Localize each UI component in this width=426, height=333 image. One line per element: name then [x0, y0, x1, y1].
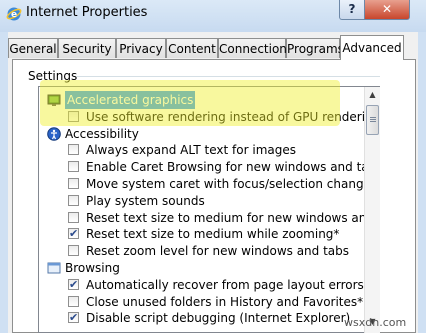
watermark: wsxdn.com: [344, 316, 407, 329]
tab-programs[interactable]: Programs: [286, 38, 344, 58]
setting-option-row[interactable]: Reset zoom level for new windows and tab…: [39, 242, 369, 260]
checkbox[interactable]: [68, 144, 79, 156]
help-button[interactable]: ?: [339, 0, 365, 20]
svg-text:e: e: [11, 10, 17, 20]
close-button[interactable]: ✕: [364, 0, 410, 20]
tab-general[interactable]: General: [8, 38, 58, 58]
setting-option-row[interactable]: Always expand ALT text for images: [39, 141, 369, 159]
category-browsing[interactable]: Browsing: [39, 259, 369, 277]
setting-option-label: Close unused folders in History and Favo…: [86, 294, 364, 309]
scroll-up-arrow-icon[interactable]: ▲: [365, 87, 380, 102]
setting-option-label: Reset text size to medium while zooming*: [86, 227, 340, 242]
internet-explorer-icon: e: [6, 7, 22, 21]
window-title: Internet Properties: [26, 5, 148, 20]
page-icon: [47, 261, 61, 275]
setting-option-label: Move system caret with focus/selection c…: [86, 177, 378, 191]
tab-advanced[interactable]: Advanced: [340, 35, 404, 60]
tab-security[interactable]: Security: [58, 38, 116, 58]
scroll-thumb[interactable]: [366, 105, 379, 135]
checkbox-checked[interactable]: [68, 225, 79, 243]
setting-option-label: Reset text size to medium for new window…: [86, 210, 380, 225]
setting-option-label: Play system sounds: [86, 193, 205, 208]
category-label: Accessibility: [65, 126, 139, 141]
checkbox-checked[interactable]: [68, 276, 79, 294]
setting-option-label: Always expand ALT text for images: [86, 143, 296, 158]
checkbox[interactable]: [68, 194, 79, 206]
setting-option-label: Automatically recover from page layout e…: [86, 277, 379, 292]
setting-option-row[interactable]: Reset text size to medium for new window…: [39, 209, 379, 227]
tab-privacy[interactable]: Privacy: [116, 38, 166, 58]
setting-option-label: Reset zoom level for new windows and tab…: [86, 244, 350, 259]
checkbox-checked[interactable]: [68, 309, 79, 327]
category-label: Browsing: [65, 261, 120, 275]
internet-properties-window: e Internet Properties ? ✕ General Securi…: [0, 0, 426, 333]
checkbox[interactable]: [68, 245, 79, 257]
tab-content[interactable]: Content: [166, 38, 218, 58]
setting-option-row[interactable]: Reset text size to medium while zooming*: [39, 225, 369, 243]
checkbox[interactable]: [68, 161, 79, 173]
setting-option-label: Enable Caret Browsing for new windows an…: [86, 160, 380, 175]
yellow-highlight-annotation: [40, 80, 340, 126]
checkbox[interactable]: [68, 295, 79, 307]
title-bar[interactable]: e Internet Properties ? ✕: [0, 0, 426, 32]
checkbox[interactable]: [68, 178, 79, 189]
setting-option-row[interactable]: Move system caret with focus/selection c…: [39, 175, 377, 193]
accessibility-icon: [47, 126, 61, 141]
setting-option-row[interactable]: Disable script debugging (Internet Explo…: [39, 309, 369, 327]
checkbox[interactable]: [68, 211, 79, 223]
setting-option-row[interactable]: Close unused folders in History and Favo…: [39, 293, 369, 311]
setting-option-row[interactable]: Enable Caret Browsing for new windows an…: [39, 158, 379, 176]
list-scrollbar[interactable]: ▲ ▼: [364, 87, 380, 333]
tab-connections[interactable]: Connections: [218, 38, 293, 58]
category-accessibility[interactable]: Accessibility: [39, 125, 369, 143]
settings-divider: [76, 76, 380, 77]
setting-option-row[interactable]: Play system sounds: [39, 192, 369, 210]
setting-option-row[interactable]: Automatically recover from page layout e…: [39, 276, 379, 294]
setting-option-label: Disable script debugging (Internet Explo…: [86, 311, 351, 326]
